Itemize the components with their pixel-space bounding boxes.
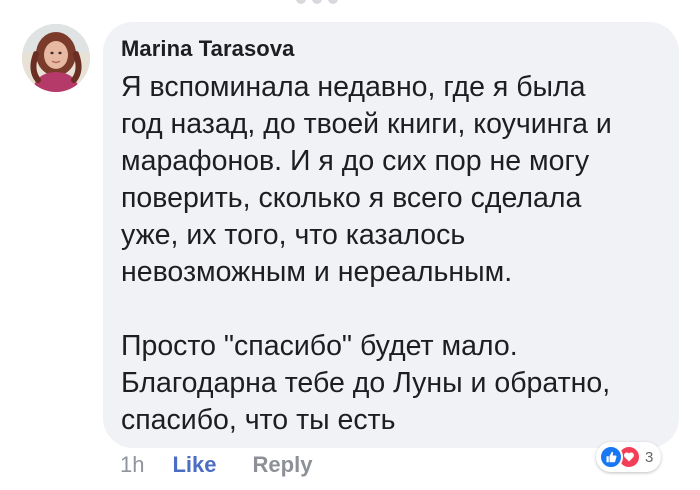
reactions-summary[interactable]: 3 bbox=[596, 442, 662, 472]
edge-dot bbox=[296, 0, 306, 4]
comment-author[interactable]: Marina Tarasova bbox=[121, 36, 295, 62]
comment-line: спасибо, что ты есть bbox=[121, 404, 396, 436]
previous-comment-reaction-edge bbox=[296, 0, 340, 4]
edge-dot bbox=[328, 0, 338, 4]
reaction-count: 3 bbox=[645, 448, 654, 466]
edge-dot bbox=[312, 0, 322, 4]
comment-line: год назад, до твоей книги, коучинга и bbox=[121, 108, 612, 140]
like-icon bbox=[599, 445, 623, 469]
like-button[interactable]: Like bbox=[172, 452, 216, 478]
comment-actions: 1h Like Reply bbox=[120, 452, 312, 478]
comment-line: уже, их того, что казалось bbox=[121, 219, 466, 251]
comment-line: Я вспоминала недавно, где я была bbox=[121, 71, 586, 103]
comment-line: поверить, сколько я всего сделала bbox=[121, 182, 582, 214]
avatar-photo bbox=[22, 24, 90, 92]
comment-line: невозможным и нереальным. bbox=[121, 256, 513, 288]
comment-text: Я вспоминала недавно, где я была год наз… bbox=[121, 69, 666, 439]
comment-timestamp[interactable]: 1h bbox=[120, 452, 144, 478]
comment-line: Просто "спасибо" будет мало. bbox=[121, 330, 518, 362]
avatar[interactable] bbox=[22, 24, 90, 92]
comment-line: Благодарна тебе до Луны и обратно, bbox=[121, 367, 611, 399]
comment-bubble: Marina Tarasova Я вспоминала недавно, гд… bbox=[103, 22, 679, 448]
reply-button[interactable]: Reply bbox=[253, 452, 313, 478]
comment-line: марафонов. И я до сих пор не могу bbox=[121, 145, 590, 177]
